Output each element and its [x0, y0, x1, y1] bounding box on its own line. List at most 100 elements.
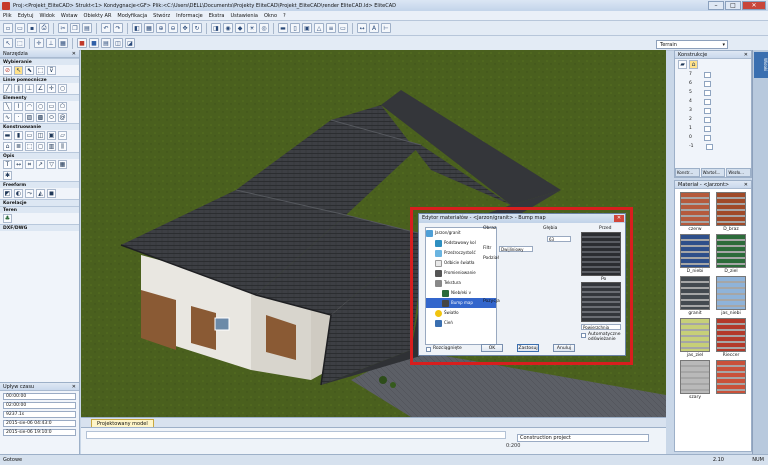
filter-select[interactable]: Dwijliniowy [499, 246, 533, 252]
rotate-icon[interactable]: ↻ [192, 23, 202, 33]
parallel-tool-icon[interactable]: ∥ [14, 84, 23, 93]
rect-icon[interactable]: ▭ [47, 102, 56, 111]
view-icon[interactable]: ◧ [132, 23, 142, 33]
slab-icon[interactable]: ▭ [338, 23, 348, 33]
window-tool-icon[interactable]: ▣ [47, 131, 56, 140]
section-annotation[interactable]: Opis [0, 152, 79, 159]
chimney-tool-icon[interactable]: ▥ [47, 142, 56, 151]
command-input[interactable] [86, 431, 506, 439]
extrude-icon[interactable]: ◩ [3, 189, 12, 198]
revolve-icon[interactable]: ◐ [14, 189, 23, 198]
section-terrain[interactable]: Teren [0, 206, 79, 213]
plan-icon[interactable]: ▤ [101, 38, 111, 48]
material-item[interactable]: jas_ziel [679, 318, 711, 358]
dialog-close-button[interactable]: ✕ [614, 215, 624, 222]
level-row[interactable]: 4 [675, 97, 751, 106]
pan-icon[interactable]: ✥ [180, 23, 190, 33]
cancel-button[interactable]: Anuluj [553, 344, 575, 352]
snap-grid-icon[interactable]: ▦ [58, 38, 68, 48]
cross-tool-icon[interactable]: ✛ [47, 84, 56, 93]
ellipse-icon[interactable]: ⬭ [47, 113, 56, 122]
door-icon[interactable]: ▯ [290, 23, 300, 33]
close-icon[interactable]: ✕ [72, 50, 76, 58]
section-elements[interactable]: Elementy [0, 94, 79, 101]
rail-tool-icon[interactable]: ⫼ [58, 142, 67, 151]
save-icon[interactable]: ▪ [27, 23, 37, 33]
layer-icon[interactable]: ◨ [211, 23, 221, 33]
spline-icon[interactable]: ∿ [3, 113, 12, 122]
undo-icon[interactable]: ↶ [101, 23, 111, 33]
grid-icon[interactable]: ▦ [144, 23, 154, 33]
door-tool-icon[interactable]: ◫ [36, 131, 45, 140]
zoom-out-icon[interactable]: ⊖ [168, 23, 178, 33]
date-from-field[interactable]: 2015-sie-06 04:43:0 [3, 420, 76, 427]
views-tab[interactable]: Widoki [754, 52, 768, 78]
section-freeform[interactable]: Freeform [0, 181, 79, 188]
elev-mark-icon[interactable]: ▽ [47, 160, 56, 169]
leader-tool-icon[interactable]: ↗ [36, 160, 45, 169]
count-field[interactable]: 9237.1s [3, 411, 76, 418]
beam-tool-icon[interactable]: ▭ [25, 131, 34, 140]
menu-modify[interactable]: Modyfikacja [117, 13, 147, 19]
section-guide-lines[interactable]: Linie pomocnicze [0, 76, 79, 83]
spiral-icon[interactable]: @ [58, 113, 67, 122]
sweep-icon[interactable]: ⤳ [25, 189, 34, 198]
material-item[interactable]: jas_niebi [715, 276, 747, 316]
menu-view[interactable]: Widok [40, 13, 55, 19]
blue-view-icon[interactable]: ■ [89, 38, 99, 48]
dimension-tool-icon[interactable]: ↔ [14, 160, 23, 169]
wall-tool-icon[interactable]: ▬ [3, 131, 12, 140]
material-item[interactable]: szary [679, 360, 711, 400]
menu-edit[interactable]: Edytuj [18, 13, 34, 19]
level-row[interactable]: 7 [675, 70, 751, 79]
stair-tool-icon[interactable]: ≣ [14, 142, 23, 151]
interval-field[interactable]: 02:00:00 [3, 402, 76, 409]
wall-icon[interactable]: ▬ [278, 23, 288, 33]
redo-icon[interactable]: ↷ [113, 23, 123, 33]
tab-nodes[interactable]: Wezło... [726, 168, 752, 177]
date-to-field[interactable]: 2015-sie-06 19:10:0 [3, 429, 76, 436]
polyline-icon[interactable]: ⌇ [14, 102, 23, 111]
tab-construction[interactable]: Konstr... [675, 168, 700, 177]
print-icon[interactable]: ⎙ [39, 23, 49, 33]
menu-ar-objects[interactable]: Obiekty AR [84, 13, 112, 19]
level-row[interactable]: 6 [675, 79, 751, 88]
opening-tool-icon[interactable]: ◻ [36, 142, 45, 151]
text-tool-icon[interactable]: T [3, 160, 12, 169]
window-icon[interactable]: ▣ [302, 23, 312, 33]
depth-input[interactable]: 63 [547, 236, 571, 242]
section-correlations[interactable]: Korelacje [0, 199, 79, 206]
level-row[interactable]: 3 [675, 106, 751, 115]
select-all-icon[interactable]: ⬚ [15, 38, 25, 48]
pick-tool-icon[interactable]: ↖ [14, 66, 23, 75]
roof-tool-icon[interactable]: ⌂ [3, 142, 12, 151]
material-item[interactable] [715, 360, 747, 400]
maximize-button[interactable]: □ [725, 1, 741, 10]
line-tool-icon[interactable]: ╱ [3, 84, 12, 93]
menu-insert[interactable]: Wstaw [61, 13, 78, 19]
tree-node[interactable]: Cień [426, 318, 496, 328]
close-icon[interactable]: ✕ [744, 181, 748, 189]
light-icon[interactable]: ☀ [247, 23, 257, 33]
new-icon[interactable]: ▫ [3, 23, 13, 33]
menu-information[interactable]: Informacje [176, 13, 203, 19]
fill-icon[interactable]: ▩ [36, 113, 45, 122]
elevation-icon[interactable]: ◪ [125, 38, 135, 48]
circle-guide-icon[interactable]: ○ [58, 84, 67, 93]
roof-icon[interactable]: △ [314, 23, 324, 33]
room-tool-icon[interactable]: ⬚ [25, 142, 34, 151]
point-icon[interactable]: · [14, 113, 23, 122]
slab-tool-icon[interactable]: ▱ [58, 131, 67, 140]
menu-settings[interactable]: Ustawienia [230, 13, 257, 19]
red-view-icon[interactable]: ■ [77, 38, 87, 48]
level-row[interactable]: 2 [675, 115, 751, 124]
apply-button[interactable]: Zastosuj [517, 344, 539, 352]
close-icon[interactable]: ✕ [744, 51, 748, 59]
filter-icon[interactable]: ⊽ [47, 66, 56, 75]
measure-icon[interactable]: ↔ [357, 23, 367, 33]
auto-refresh-checkbox[interactable] [581, 333, 586, 338]
surface-select[interactable]: Powierzchnia [581, 324, 621, 330]
level-row[interactable]: 5 [675, 88, 751, 97]
tree-icon[interactable]: ♣ [3, 214, 12, 223]
section-selection[interactable]: Wybieranie [0, 58, 79, 65]
